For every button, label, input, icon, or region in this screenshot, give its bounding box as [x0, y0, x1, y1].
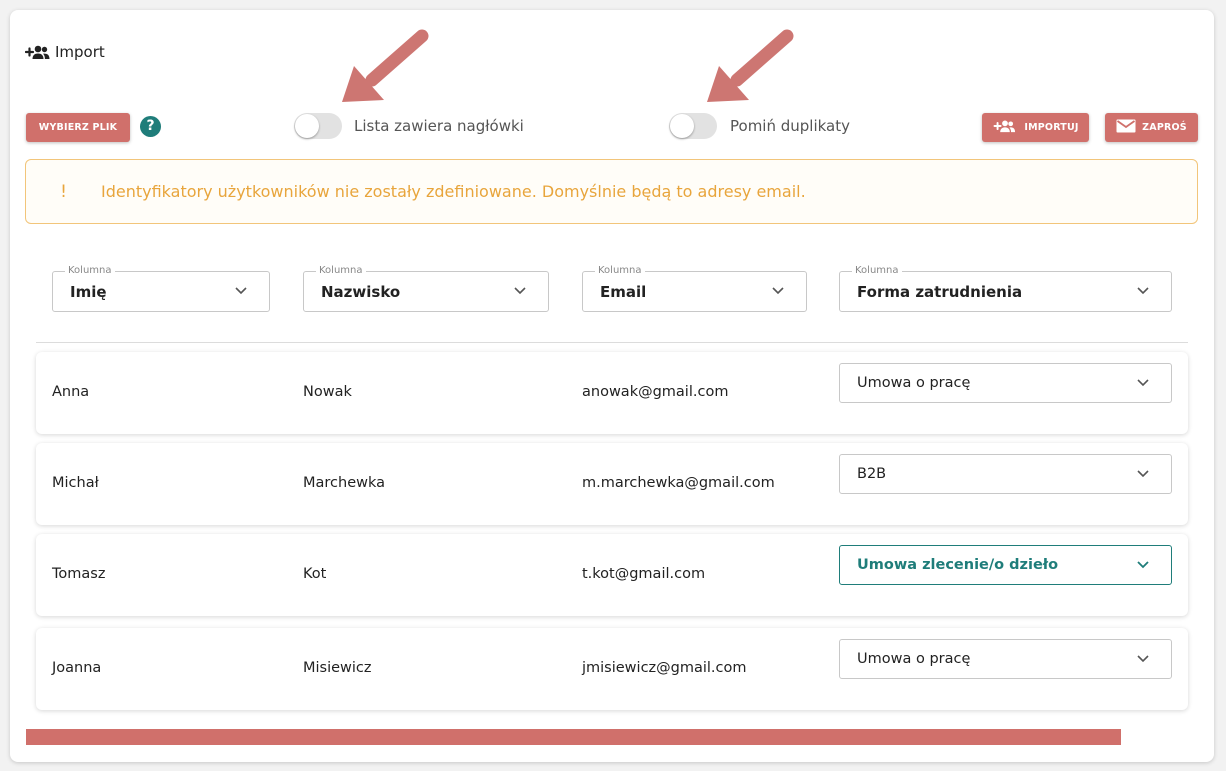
employment-value: B2B	[857, 466, 887, 482]
invite-button[interactable]: ZAPROŚ	[1105, 113, 1198, 142]
add-user-icon	[992, 119, 1018, 136]
toggle-knob	[670, 114, 694, 138]
invite-label: ZAPROŚ	[1142, 122, 1187, 133]
table-row: Michał Marchewka m.marchewka@gmail.com B…	[36, 443, 1188, 525]
choose-file-button[interactable]: WYBIERZ PLIK	[26, 113, 130, 142]
chevron-down-icon	[1137, 379, 1149, 387]
chevron-down-icon	[1137, 561, 1149, 569]
column-select-email[interactable]: Kolumna Email	[582, 265, 807, 312]
column-legend: Kolumna	[65, 265, 115, 277]
column-select-last-name[interactable]: Kolumna Nazwisko	[303, 265, 549, 312]
cell-first-name: Tomasz	[52, 566, 106, 582]
warning-message: Identyfikatory użytkowników nie zostały …	[101, 182, 806, 201]
headers-toggle[interactable]	[294, 113, 342, 139]
page-title-text: Import	[55, 43, 105, 61]
cell-last-name: Marchewka	[303, 475, 386, 491]
chevron-down-icon	[235, 287, 247, 295]
help-icon[interactable]: ?	[140, 116, 161, 137]
page-title: Import	[25, 42, 105, 62]
add-user-icon	[25, 44, 51, 60]
column-legend: Kolumna	[316, 265, 366, 277]
column-legend: Kolumna	[595, 265, 645, 277]
column-legend: Kolumna	[852, 265, 902, 277]
skip-duplicates-label: Pomiń duplikaty	[730, 117, 850, 135]
arrow-annotation-icon	[342, 29, 429, 102]
import-button[interactable]: IMPORTUJ	[982, 113, 1089, 142]
divider	[36, 342, 1188, 343]
cell-email: t.kot@gmail.com	[582, 566, 706, 582]
employment-value: Umowa zlecenie/o dzieło	[857, 557, 1059, 573]
cell-email: jmisiewicz@gmail.com	[582, 660, 747, 676]
skip-duplicates-toggle[interactable]	[669, 113, 717, 139]
chevron-down-icon	[514, 287, 526, 295]
column-value: Forma zatrudnienia	[857, 283, 1023, 301]
employment-value: Umowa o pracę	[857, 651, 971, 667]
chevron-down-icon	[1137, 655, 1149, 663]
column-select-employment[interactable]: Kolumna Forma zatrudnienia	[839, 265, 1172, 312]
cell-first-name: Anna	[52, 384, 90, 400]
table-row: Tomasz Kot t.kot@gmail.com Umowa zleceni…	[36, 534, 1188, 616]
chevron-down-icon	[1137, 470, 1149, 478]
employment-select[interactable]: B2B	[839, 454, 1172, 494]
cell-last-name: Kot	[303, 566, 327, 582]
employment-value: Umowa o pracę	[857, 375, 971, 391]
cell-email: m.marchewka@gmail.com	[582, 475, 775, 491]
employment-select[interactable]: Umowa o pracę	[839, 363, 1172, 403]
chevron-down-icon	[1137, 287, 1149, 295]
cell-email: anowak@gmail.com	[582, 384, 729, 400]
column-value: Imię	[70, 283, 107, 301]
warning-alert: ! Identyfikatory użytkowników nie został…	[25, 159, 1198, 224]
choose-file-label: WYBIERZ PLIK	[38, 122, 118, 133]
horizontal-scrollbar[interactable]	[26, 729, 1121, 745]
employment-select[interactable]: Umowa zlecenie/o dzieło	[839, 545, 1172, 585]
column-select-first-name[interactable]: Kolumna Imię	[52, 265, 270, 312]
cell-last-name: Nowak	[303, 384, 352, 400]
arrow-annotation-icon	[707, 29, 794, 102]
cell-last-name: Misiewicz	[303, 660, 372, 676]
headers-toggle-label: Lista zawiera nagłówki	[354, 117, 524, 135]
mail-icon	[1116, 119, 1136, 136]
warning-icon: !	[60, 181, 67, 202]
table-row: Anna Nowak anowak@gmail.com Umowa o prac…	[36, 352, 1188, 434]
cell-first-name: Michał	[52, 475, 99, 491]
chevron-down-icon	[772, 287, 784, 295]
column-value: Nazwisko	[321, 283, 401, 301]
toggle-knob	[295, 114, 319, 138]
column-value: Email	[600, 283, 647, 301]
table-row: Joanna Misiewicz jmisiewicz@gmail.com Um…	[36, 628, 1188, 710]
cell-first-name: Joanna	[52, 660, 102, 676]
import-label: IMPORTUJ	[1024, 122, 1079, 133]
employment-select[interactable]: Umowa o pracę	[839, 639, 1172, 679]
